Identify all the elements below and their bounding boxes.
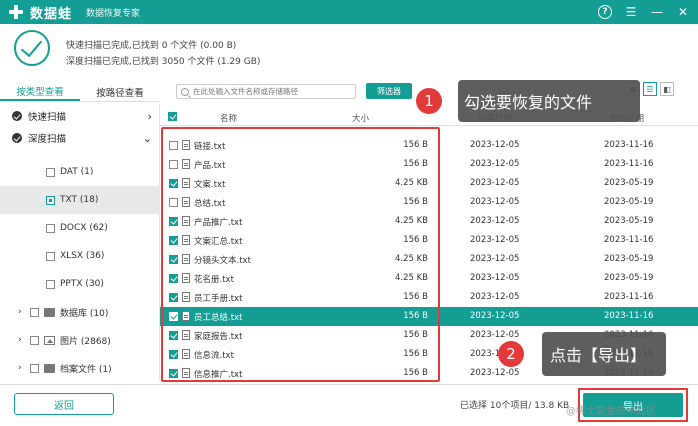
menu-button[interactable]: ☰	[622, 3, 640, 21]
scan-complete-icon	[14, 30, 50, 66]
column-header-size[interactable]: 大小	[352, 112, 369, 124]
checkbox[interactable]	[46, 223, 55, 233]
view-tabs: 按类型查看 按路径查看	[0, 82, 160, 102]
type-item-dat[interactable]: DAT (1)	[0, 158, 160, 186]
database-icon	[44, 307, 55, 317]
file-created-date: 2023-12-05	[470, 273, 520, 283]
filter-button[interactable]: 筛选器	[366, 83, 412, 99]
checkbox[interactable]	[46, 195, 55, 205]
type-item-docx[interactable]: DOCX (62)	[0, 214, 160, 242]
file-created-date: 2023-12-05	[470, 159, 520, 169]
file-created-date: 2023-12-05	[470, 216, 520, 226]
selection-highlight-box	[161, 127, 440, 382]
archive-icon	[44, 363, 55, 373]
file-modified-date: 2023-05-19	[604, 197, 654, 207]
file-created-date: 2023-12-05	[470, 235, 520, 245]
file-modified-date: 2023-05-19	[604, 216, 654, 226]
file-modified-date: 2023-11-16	[604, 235, 654, 245]
deep-scan-status: 深度扫描已完成,已找到 3050 个文件 (1.29 GB)	[66, 57, 261, 67]
image-icon	[44, 335, 55, 345]
app-name: 数据蛙	[30, 6, 73, 22]
type-item-label: DOCX (62)	[60, 223, 108, 233]
type-item-pptx[interactable]: PPTX (30)	[0, 270, 160, 298]
help-icon: ?	[598, 5, 612, 19]
sidebar-item-quick-scan[interactable]: 快速扫描 ›	[0, 106, 160, 126]
menu-icon: ☰	[625, 5, 637, 19]
file-created-date: 2023-12-05	[470, 140, 520, 150]
checkbox[interactable]	[30, 363, 39, 373]
help-button[interactable]: ?	[596, 3, 614, 21]
checkbox[interactable]	[30, 335, 39, 345]
group-item-label: 图片 (2868)	[60, 336, 111, 347]
file-created-date: 2023-12-05	[470, 197, 520, 207]
chevron-right-icon: ›	[147, 109, 152, 123]
select-all-checkbox[interactable]	[168, 112, 177, 121]
file-modified-date: 2023-11-16	[604, 311, 654, 321]
chevron-right-icon[interactable]: ›	[18, 307, 28, 317]
checkbox[interactable]	[46, 251, 55, 261]
file-modified-date: 2023-11-16	[604, 292, 654, 302]
file-created-date: 2023-12-05	[470, 330, 520, 340]
chevron-right-icon[interactable]: ›	[18, 335, 28, 345]
group-item-images[interactable]: › 图片 (2868)	[0, 326, 160, 354]
search-icon	[181, 87, 189, 96]
close-icon: ✕	[677, 5, 689, 19]
back-button[interactable]: 返回	[14, 393, 114, 415]
sidebar: 快速扫描 › 深度扫描 ⌄ DAT (1) TXT (18) DOCX (62)…	[0, 104, 160, 380]
tab-by-type[interactable]: 按类型查看	[0, 82, 80, 101]
file-modified-date: 2023-11-16	[604, 140, 654, 150]
group-item-label: 档案文件 (1)	[60, 364, 112, 375]
group-item-archives[interactable]: › 档案文件 (1)	[0, 354, 160, 382]
file-modified-date: 2023-05-19	[604, 254, 654, 264]
file-modified-date: 2023-05-19	[604, 273, 654, 283]
type-item-label: DAT (1)	[60, 167, 94, 177]
search-input[interactable]	[193, 87, 343, 96]
callout-step-1: 勾选要恢复的文件	[458, 80, 640, 122]
app-subtitle: 数据恢复专家	[86, 8, 141, 19]
file-created-date: 2023-12-05	[470, 178, 520, 188]
callout-step-2: 点击【导出】	[542, 332, 666, 376]
column-header-name[interactable]: 名称	[220, 112, 237, 124]
file-modified-date: 2023-05-19	[604, 178, 654, 188]
checkbox[interactable]	[30, 307, 39, 317]
watermark: @稀土掘金技术社区	[566, 406, 656, 417]
close-button[interactable]: ✕	[674, 3, 692, 21]
checkbox[interactable]	[46, 167, 55, 177]
group-item-label: 数据库 (10)	[60, 308, 109, 319]
file-created-date: 2023-12-05	[470, 254, 520, 264]
chevron-down-icon: ⌄	[142, 131, 152, 145]
detail-view-button[interactable]: ◧	[660, 82, 674, 96]
type-item-label: XLSX (36)	[60, 251, 105, 261]
search-box[interactable]	[176, 84, 356, 99]
type-item-txt[interactable]: TXT (18)	[0, 186, 160, 214]
sidebar-item-deep-scan[interactable]: 深度扫描 ⌄	[0, 128, 160, 148]
list-icon: ☰	[646, 84, 654, 94]
file-modified-date: 2023-11-16	[604, 159, 654, 169]
scan-summary: 快速扫描已完成,已找到 0 个文件 (0.00 B) 深度扫描已完成,已找到 3…	[0, 24, 698, 76]
step-2-badge: 2	[498, 341, 524, 367]
group-item-database[interactable]: › 数据库 (10)	[0, 298, 160, 326]
checkbox[interactable]	[46, 279, 55, 289]
file-created-date: 2023-12-05	[470, 292, 520, 302]
detail-icon: ◧	[663, 84, 671, 94]
minimize-icon: —	[651, 5, 663, 19]
selection-status: 已选择 10个项目/ 13.8 KB	[460, 401, 570, 411]
type-item-xlsx[interactable]: XLSX (36)	[0, 242, 160, 270]
type-item-label: PPTX (30)	[60, 279, 104, 289]
minimize-button[interactable]: —	[648, 3, 666, 21]
file-created-date: 2023-12-05	[470, 311, 520, 321]
chevron-right-icon[interactable]: ›	[18, 363, 28, 373]
tab-by-path[interactable]: 按路径查看	[80, 82, 160, 101]
list-view-button[interactable]: ☰	[643, 82, 657, 96]
quick-scan-status: 快速扫描已完成,已找到 0 个文件 (0.00 B)	[66, 41, 237, 51]
title-bar: 数据蛙 数据恢复专家 ? ☰ — ✕	[0, 0, 698, 24]
sidebar-item-label: 深度扫描	[28, 134, 67, 145]
check-dot-icon	[12, 133, 22, 143]
file-created-date: 2023-12-05	[470, 368, 520, 378]
type-item-label: TXT (18)	[60, 195, 99, 205]
sidebar-item-label: 快速扫描	[28, 112, 67, 123]
step-1-badge: 1	[416, 88, 442, 114]
check-dot-icon	[12, 111, 22, 121]
app-logo-icon	[8, 4, 24, 20]
